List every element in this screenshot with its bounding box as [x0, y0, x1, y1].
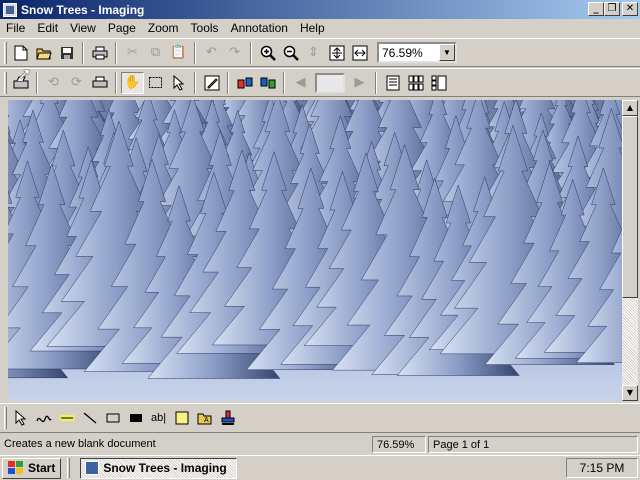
hollow-rect-icon[interactable]: [101, 407, 124, 429]
start-button[interactable]: Start: [2, 457, 62, 479]
standard-toolbar: ✂ ⧉ 📋 ↶ ↷ ⇕ 76.59% ▼: [0, 38, 640, 67]
print-icon[interactable]: [88, 42, 111, 64]
menu-annotation[interactable]: Annotation: [225, 19, 294, 38]
zoom-in-icon[interactable]: [256, 42, 279, 64]
taskbar-item-label: Snow Trees - Imaging: [103, 461, 227, 475]
imaging-window: Snow Trees - Imaging _ ❐ ✕ File Edit Vie…: [0, 0, 640, 455]
annotation-toolbar-icon[interactable]: [200, 72, 223, 94]
page-number-input[interactable]: [315, 72, 345, 93]
zoom-select-value: 76.59%: [382, 45, 423, 60]
vertical-scrollbar[interactable]: ▲ ▼: [622, 100, 638, 401]
one-page-icon[interactable]: [381, 72, 404, 94]
start-label: Start: [28, 461, 56, 475]
chevron-down-icon[interactable]: ▼: [439, 44, 455, 61]
taskbar-item-imaging[interactable]: Snow Trees - Imaging: [80, 457, 238, 479]
status-zoom: 76.59%: [372, 435, 426, 453]
status-message: Creates a new blank document: [4, 437, 156, 450]
select-image-icon[interactable]: [144, 72, 167, 94]
rubber-stamp-icon[interactable]: [216, 407, 239, 429]
freehand-line-icon[interactable]: [32, 407, 55, 429]
zoom-out-icon[interactable]: [279, 42, 302, 64]
print-icon[interactable]: [88, 72, 111, 94]
window-title: Snow Trees - Imaging: [21, 2, 145, 17]
menu-view[interactable]: View: [64, 19, 102, 38]
open-folder-icon[interactable]: [32, 42, 55, 64]
menu-edit[interactable]: Edit: [31, 19, 64, 38]
rotate-right-icon[interactable]: ⟳: [65, 72, 88, 94]
hand-icon[interactable]: ✋: [121, 71, 144, 94]
previous-page-icon[interactable]: ◀: [289, 72, 312, 94]
straight-line-icon[interactable]: [78, 407, 101, 429]
select-annotation-icon[interactable]: [9, 407, 32, 429]
snow-trees-image: [8, 100, 622, 401]
save-icon[interactable]: [55, 42, 78, 64]
copy-icon[interactable]: ⧉: [144, 42, 167, 64]
rotate-page-right-icon[interactable]: [256, 72, 279, 94]
minimize-button[interactable]: _: [588, 2, 604, 16]
menu-tools[interactable]: Tools: [185, 19, 225, 38]
restore-button[interactable]: ❐: [604, 2, 620, 16]
app-icon[interactable]: [3, 2, 17, 17]
cut-icon[interactable]: ✂: [121, 42, 144, 64]
text-from-file-icon[interactable]: A: [193, 407, 216, 429]
status-page: Page 1 of 1: [428, 435, 638, 453]
menu-page[interactable]: Page: [102, 19, 142, 38]
note-icon[interactable]: [170, 407, 193, 429]
scroll-thumb[interactable]: [622, 116, 638, 298]
menu-bar: File Edit View Page Zoom Tools Annotatio…: [0, 19, 640, 38]
page-thumbnail-icon[interactable]: [427, 72, 450, 94]
taskbar: Start Snow Trees - Imaging 7:15 PM: [0, 455, 640, 480]
fit-to-width-icon[interactable]: [348, 42, 371, 64]
best-fit-icon[interactable]: ⇕: [302, 42, 325, 64]
imaging-app-icon: [85, 461, 100, 475]
scroll-up-icon[interactable]: ▲: [622, 100, 638, 116]
close-button[interactable]: ✕: [622, 2, 638, 16]
new-document-icon[interactable]: [9, 42, 32, 64]
fit-to-height-icon[interactable]: [325, 42, 348, 64]
select-annotation-icon[interactable]: [167, 72, 190, 94]
menu-file[interactable]: File: [0, 19, 31, 38]
menu-help[interactable]: Help: [294, 19, 331, 38]
taskbar-grip: [67, 458, 71, 478]
toolbar-grip[interactable]: [4, 41, 7, 64]
menu-zoom[interactable]: Zoom: [142, 19, 185, 38]
thumbnail-icon[interactable]: [404, 72, 427, 94]
title-bar[interactable]: Snow Trees - Imaging _ ❐ ✕: [0, 0, 640, 19]
imaging-toolbar: ⟲ ⟳ ✋ ◀ ▶: [0, 68, 640, 97]
filled-rect-icon[interactable]: [124, 407, 147, 429]
zoom-select[interactable]: 76.59% ▼: [377, 42, 457, 63]
paste-icon[interactable]: 📋: [167, 42, 190, 64]
mouse-cursor-icon: ➚: [18, 64, 32, 83]
next-page-icon[interactable]: ▶: [348, 72, 371, 94]
redo-icon[interactable]: ↷: [223, 42, 246, 64]
highlighter-icon[interactable]: [55, 407, 78, 429]
toolbar-grip[interactable]: [4, 407, 7, 429]
status-bar: Creates a new blank document 76.59% Page…: [0, 434, 640, 454]
toolbar-grip[interactable]: [4, 71, 7, 94]
system-clock[interactable]: 7:15 PM: [566, 458, 638, 478]
annotation-toolbar: ab| A: [0, 403, 640, 433]
scroll-down-icon[interactable]: ▼: [622, 385, 638, 401]
text-icon[interactable]: ab|: [147, 407, 170, 429]
rotate-page-left-icon[interactable]: [233, 72, 256, 94]
rotate-left-icon[interactable]: ⟲: [42, 72, 65, 94]
image-viewport[interactable]: [8, 100, 622, 401]
undo-icon[interactable]: ↶: [200, 42, 223, 64]
windows-flag-icon: [8, 461, 24, 475]
svg-text:A: A: [204, 417, 209, 424]
